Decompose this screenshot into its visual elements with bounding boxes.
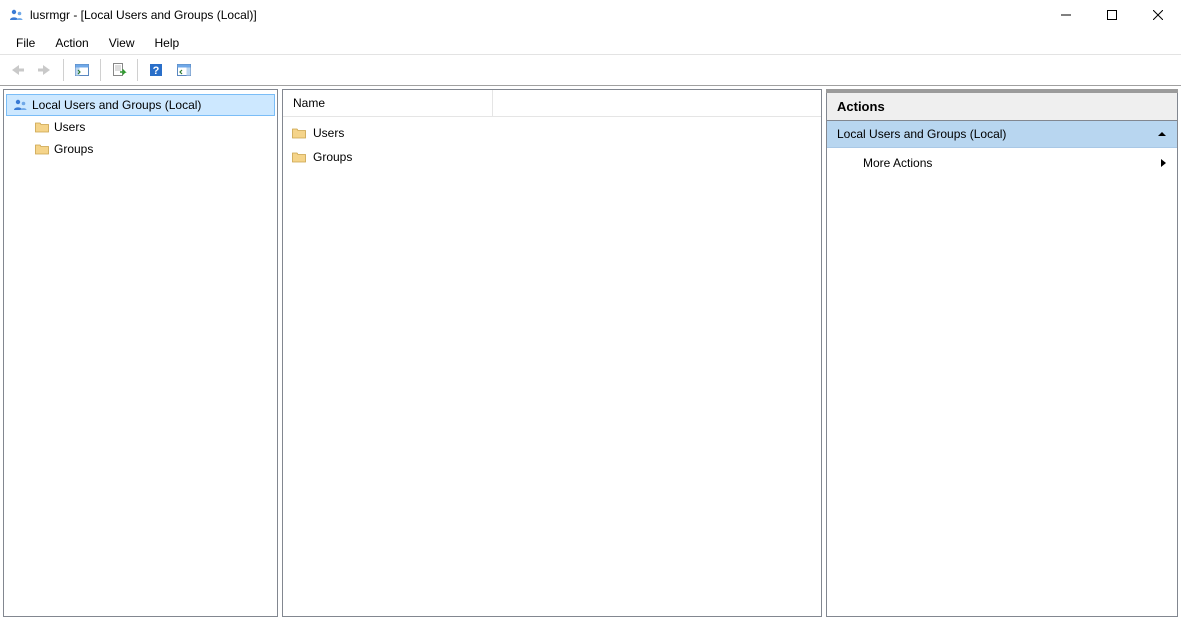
maximize-button[interactable] [1089, 0, 1135, 30]
back-button[interactable] [4, 58, 30, 82]
actions-more-label: More Actions [863, 156, 932, 170]
tree-node-label: Users [54, 120, 85, 134]
tree-node-label: Groups [54, 142, 93, 156]
close-button[interactable] [1135, 0, 1181, 30]
folder-icon [34, 119, 50, 135]
list-body[interactable]: Users Groups [283, 117, 821, 616]
minimize-button[interactable] [1043, 0, 1089, 30]
actions-group-header[interactable]: Local Users and Groups (Local) [827, 121, 1177, 148]
folder-icon [34, 141, 50, 157]
help-button[interactable]: ? [143, 58, 169, 82]
center-pane: Name Users Groups [282, 89, 822, 617]
list-row-users[interactable]: Users [283, 121, 821, 145]
toolbar-separator [100, 59, 101, 81]
menu-view[interactable]: View [101, 34, 143, 52]
svg-text:?: ? [153, 65, 160, 77]
show-hide-tree-button[interactable] [69, 58, 95, 82]
tree-pane[interactable]: Local Users and Groups (Local) Users Gro… [3, 89, 278, 617]
collapse-icon [1157, 129, 1167, 139]
tree-node-groups[interactable]: Groups [28, 138, 275, 160]
forward-button[interactable] [32, 58, 58, 82]
content-area: Local Users and Groups (Local) Users Gro… [0, 86, 1181, 620]
menu-action[interactable]: Action [47, 34, 96, 52]
tree-root-label: Local Users and Groups (Local) [32, 98, 201, 112]
toolbar: ? [0, 54, 1181, 86]
app-icon [8, 7, 24, 23]
toolbar-separator [137, 59, 138, 81]
submenu-arrow-icon [1159, 158, 1167, 168]
actions-title: Actions [826, 93, 1178, 121]
actions-more-actions[interactable]: More Actions [827, 148, 1177, 178]
show-hide-action-pane-button[interactable] [171, 58, 197, 82]
column-header-name[interactable]: Name [283, 90, 493, 116]
window-controls [1043, 0, 1181, 30]
tree-root-node[interactable]: Local Users and Groups (Local) [6, 94, 275, 116]
toolbar-separator [63, 59, 64, 81]
list-row-groups[interactable]: Groups [283, 145, 821, 169]
export-list-button[interactable] [106, 58, 132, 82]
actions-pane: Actions Local Users and Groups (Local) M… [826, 89, 1178, 617]
menu-file[interactable]: File [8, 34, 43, 52]
actions-group-label: Local Users and Groups (Local) [837, 127, 1006, 141]
titlebar: lusrmgr - [Local Users and Groups (Local… [0, 0, 1181, 30]
list-header: Name [283, 90, 821, 117]
menu-help[interactable]: Help [147, 34, 188, 52]
list-cell-name: Users [313, 126, 344, 140]
folder-icon [291, 149, 307, 165]
column-header-blank[interactable] [493, 90, 821, 116]
folder-icon [291, 125, 307, 141]
list-cell-name: Groups [313, 150, 352, 164]
tree-node-users[interactable]: Users [28, 116, 275, 138]
actions-body: Local Users and Groups (Local) More Acti… [826, 121, 1178, 617]
users-groups-icon [12, 97, 28, 113]
window-title: lusrmgr - [Local Users and Groups (Local… [30, 8, 257, 22]
menubar: File Action View Help [0, 30, 1181, 54]
